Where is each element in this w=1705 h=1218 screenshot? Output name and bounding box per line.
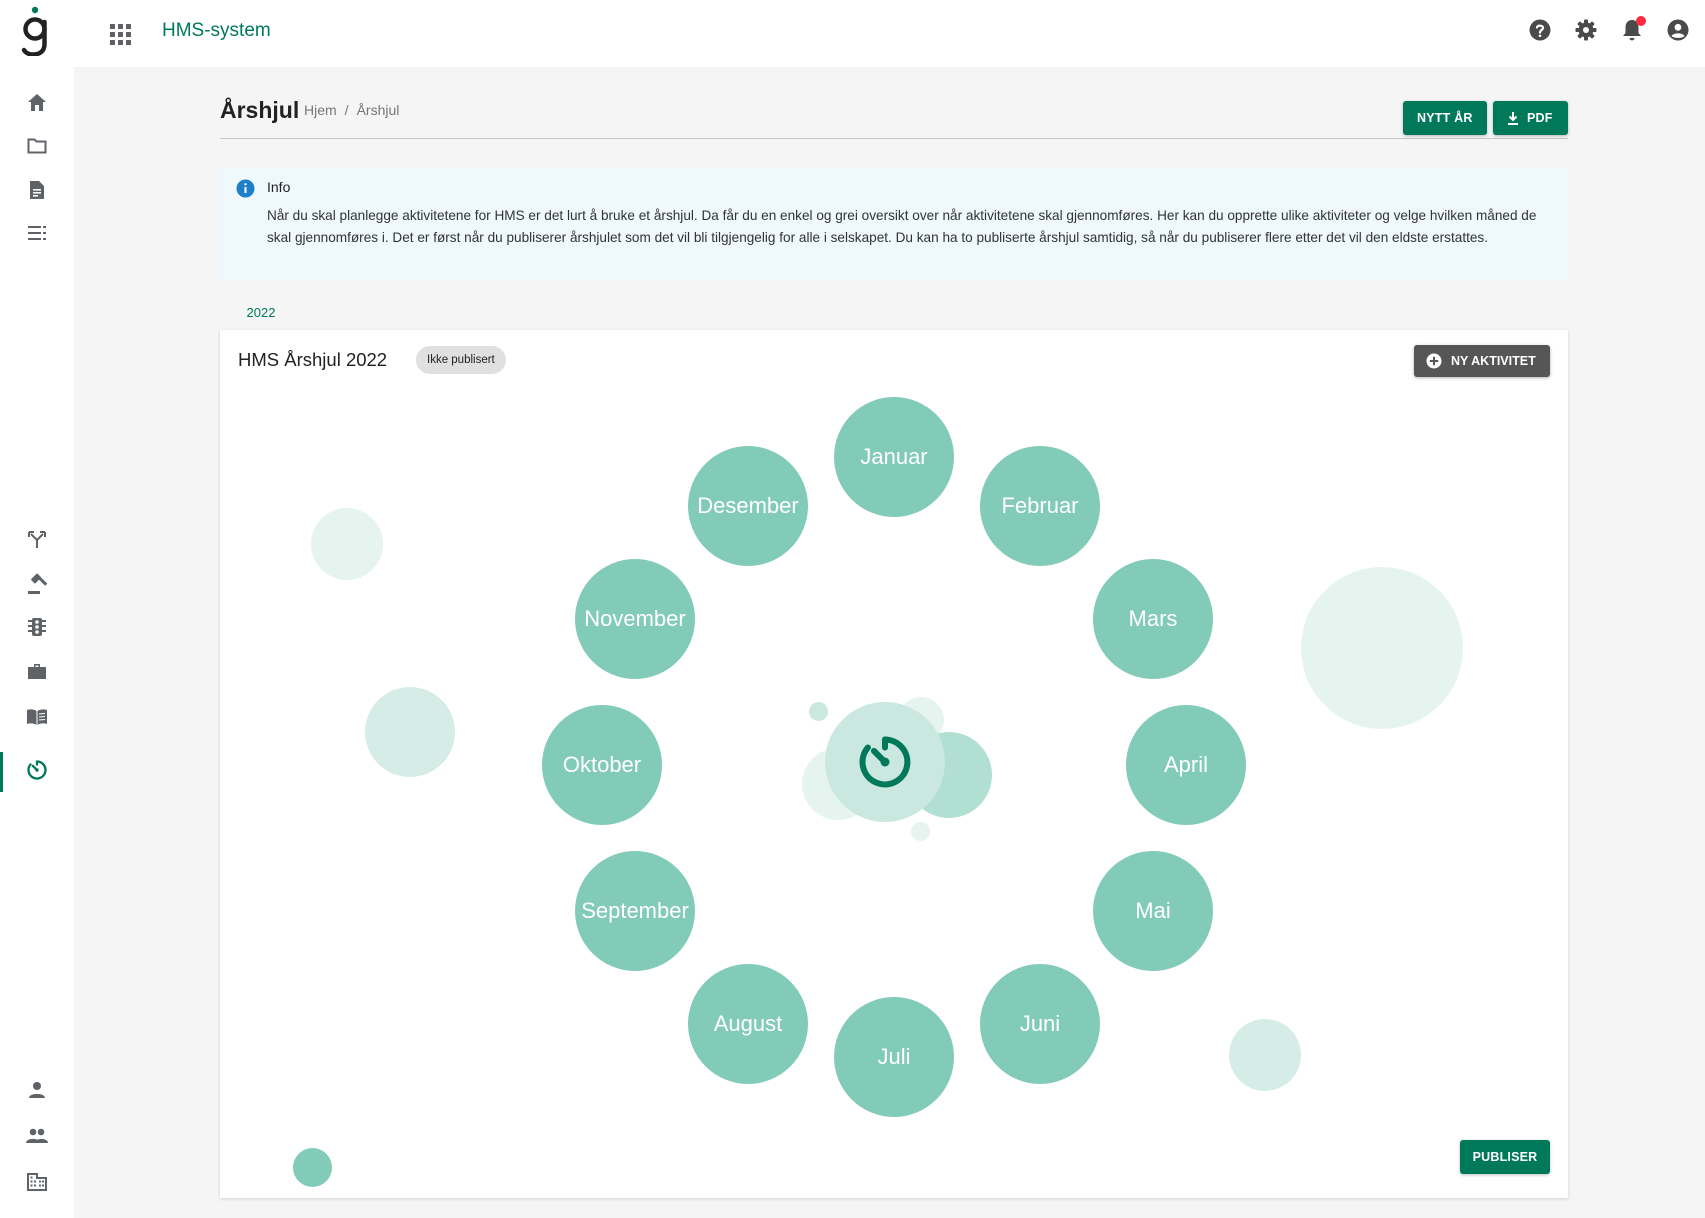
breadcrumb-home[interactable]: Hjem — [304, 102, 337, 118]
traffic-light-icon — [28, 618, 46, 636]
bell-icon[interactable] — [1619, 15, 1646, 45]
sidebar-item-work[interactable] — [0, 652, 74, 692]
breadcrumb: Hjem / Årshjul — [304, 102, 399, 118]
sidebar-item-folders[interactable] — [0, 126, 74, 166]
notification-dot — [1636, 16, 1646, 26]
account-icon[interactable] — [1665, 15, 1691, 45]
sidebar-item-arshjul[interactable] — [0, 750, 74, 792]
document-icon — [30, 181, 44, 199]
briefcase-icon — [28, 664, 46, 679]
sidebar-item-risk[interactable] — [0, 607, 74, 647]
arshjul-card: Januar Februar Mars April Mai Juni Juli … — [220, 330, 1568, 1198]
month-februar[interactable]: Februar — [980, 446, 1100, 566]
month-januar[interactable]: Januar — [834, 397, 954, 517]
info-box: Info Når du skal planlegge aktivitetene … — [220, 167, 1568, 281]
publish-label: PUBLISER — [1472, 1150, 1538, 1164]
page-title: Årshjul — [220, 97, 300, 123]
timer-icon — [859, 736, 911, 788]
add-circle-icon — [1426, 353, 1442, 369]
sidebar-item-home[interactable] — [0, 83, 74, 123]
decor-bubble — [365, 687, 455, 777]
folder-icon — [27, 138, 47, 154]
new-year-button[interactable]: NYTT ÅR — [1403, 101, 1487, 135]
month-juli[interactable]: Juli — [834, 997, 954, 1117]
month-november[interactable]: November — [575, 559, 695, 679]
decor-bubble — [293, 1148, 332, 1187]
sidebar-item-handbook[interactable] — [0, 697, 74, 737]
person-icon — [29, 1082, 45, 1098]
checklist-icon — [28, 226, 46, 240]
new-year-label: NYTT ÅR — [1417, 111, 1473, 125]
status-badge: Ikke publisert — [416, 346, 506, 374]
new-activity-button[interactable]: NY AKTIVITET — [1414, 345, 1550, 377]
month-oktober[interactable]: Oktober — [542, 705, 662, 825]
timer-icon — [27, 760, 47, 780]
info-icon — [236, 179, 255, 198]
sidebar — [0, 67, 74, 1218]
breadcrumb-separator: / — [344, 102, 349, 118]
apps-grid-icon[interactable] — [104, 18, 132, 46]
pdf-button[interactable]: PDF — [1493, 101, 1568, 135]
month-juni[interactable]: Juni — [980, 964, 1100, 1084]
sidebar-item-profile[interactable] — [0, 1070, 74, 1110]
gear-icon[interactable] — [1573, 15, 1599, 45]
month-desember[interactable]: Desember — [688, 446, 808, 566]
info-text: Når du skal planlegge aktivitetene for H… — [267, 208, 1537, 245]
sidebar-item-checklists[interactable] — [0, 213, 74, 253]
new-activity-label: NY AKTIVITET — [1451, 354, 1536, 368]
book-icon — [27, 709, 47, 725]
sidebar-item-legal[interactable] — [0, 564, 74, 604]
month-april[interactable]: April — [1126, 705, 1246, 825]
info-title: Info — [267, 179, 291, 195]
people-icon — [26, 1128, 48, 1143]
year-wheel: Januar Februar Mars April Mai Juni Juli … — [220, 330, 1568, 1198]
download-icon — [1508, 111, 1518, 125]
month-august[interactable]: August — [688, 964, 808, 1084]
month-mai[interactable]: Mai — [1093, 851, 1213, 971]
decor-bubble — [1301, 567, 1463, 729]
breadcrumb-current: Årshjul — [356, 102, 400, 118]
month-mars[interactable]: Mars — [1093, 559, 1213, 679]
help-icon[interactable] — [1527, 15, 1553, 45]
logo[interactable] — [18, 4, 52, 56]
pdf-label: PDF — [1527, 111, 1553, 125]
building-icon — [27, 1173, 47, 1191]
wheel-title: HMS Årshjul 2022 — [238, 349, 388, 370]
wheel-center — [825, 702, 945, 822]
sidebar-item-users[interactable] — [0, 1116, 74, 1156]
top-bar: HMS-system — [0, 0, 1705, 67]
sidebar-item-company[interactable] — [0, 1162, 74, 1202]
month-september[interactable]: September — [575, 851, 695, 971]
decor-bubble — [809, 702, 828, 721]
app-title[interactable]: HMS-system — [162, 20, 271, 42]
sidebar-item-documents[interactable] — [0, 170, 74, 210]
page-header: Årshjul Hjem / Årshjul NYTT ÅR PDF — [220, 67, 1568, 139]
home-icon — [28, 94, 46, 111]
decor-bubble — [311, 508, 383, 580]
fork-icon — [28, 531, 46, 548]
gavel-icon — [28, 573, 48, 594]
publish-button[interactable]: PUBLISER — [1460, 1140, 1550, 1174]
decor-bubble — [911, 822, 930, 841]
decor-bubble — [1229, 1019, 1301, 1091]
sidebar-item-deviations[interactable] — [0, 520, 74, 560]
